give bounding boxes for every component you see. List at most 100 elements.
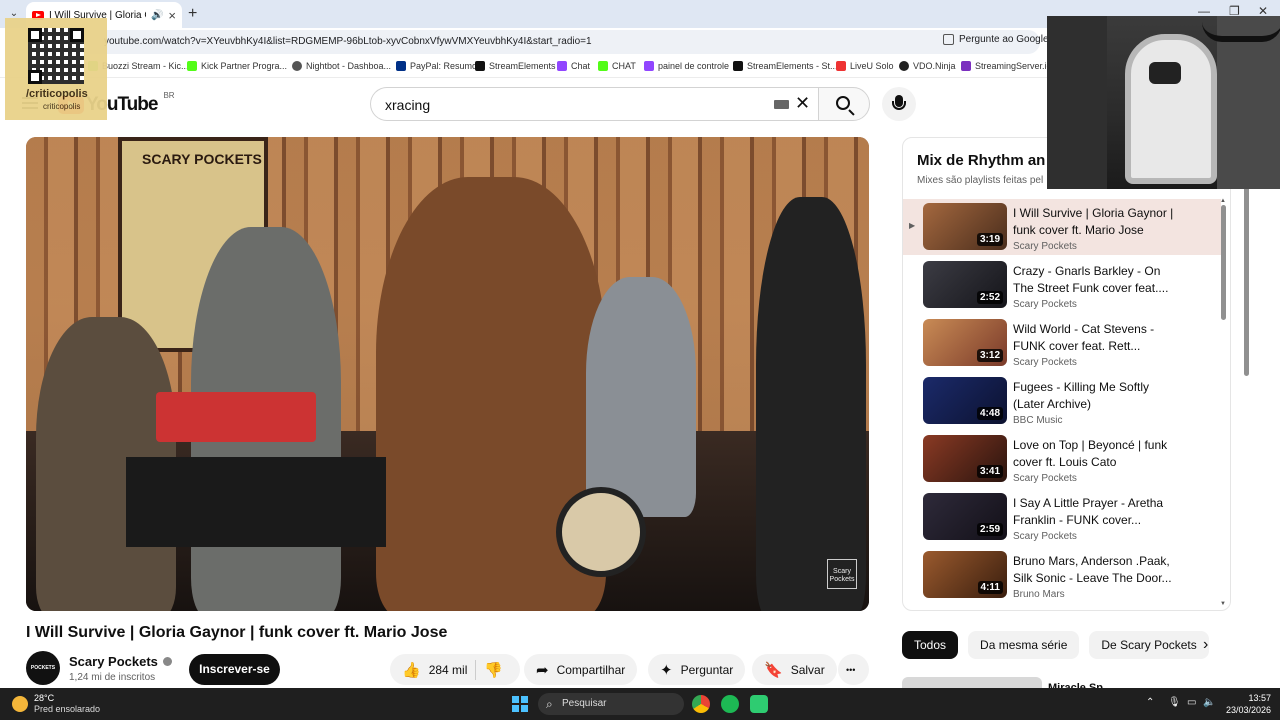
playlist-item[interactable]: 3:41 Love on Top | Beyoncé | funk cover … bbox=[903, 431, 1221, 487]
sun-icon bbox=[12, 696, 28, 712]
playlist-item[interactable]: 3:12 Wild World - Cat Stevens - FUNK cov… bbox=[903, 315, 1221, 371]
kick-icon bbox=[187, 61, 197, 71]
twitch-icon bbox=[557, 61, 567, 71]
more-actions-button[interactable]: ••• bbox=[838, 654, 869, 685]
bassist bbox=[756, 197, 866, 611]
playlist-item[interactable]: 4:11 Bruno Mars, Anderson .Paak, Silk So… bbox=[903, 547, 1221, 603]
like-count[interactable]: 284 mil bbox=[429, 663, 468, 677]
bookmark-item[interactable]: painel de controle bbox=[644, 61, 729, 71]
chip-from-channel[interactable]: De Scary Pockets bbox=[1089, 631, 1209, 659]
thumbs-down-icon[interactable]: 👎 bbox=[484, 661, 503, 679]
search-button[interactable] bbox=[818, 87, 870, 121]
playlist-item[interactable]: 4:48 Fugees - Killing Me Softly (Later A… bbox=[903, 373, 1221, 429]
video-thumbnail[interactable]: 4:11 bbox=[923, 551, 1007, 598]
twitch-icon bbox=[644, 61, 654, 71]
bookmark-item[interactable]: Chat bbox=[557, 61, 590, 71]
bookmark-item[interactable]: StreamingServer.io bbox=[961, 61, 1052, 71]
bookmark-item[interactable]: PayPal: Resumo bbox=[396, 61, 477, 71]
item-title[interactable]: Fugees - Killing Me Softly (Later Archiv… bbox=[1013, 379, 1175, 412]
spotify-icon[interactable] bbox=[721, 695, 739, 713]
bookmark-item[interactable]: StreamElements bbox=[475, 61, 556, 71]
duration-badge: 2:52 bbox=[976, 291, 1003, 304]
new-tab-icon[interactable]: + bbox=[188, 5, 197, 23]
chip-same-series[interactable]: Da mesma série bbox=[968, 631, 1080, 659]
subscribe-button[interactable]: Inscrever-se bbox=[189, 654, 280, 685]
playlist-scroll-up-icon[interactable]: ▲ bbox=[1220, 198, 1226, 204]
windows-start-icon[interactable] bbox=[512, 696, 528, 712]
ask-button[interactable]: ✦ Perguntar bbox=[648, 654, 746, 685]
keyboard-icon[interactable] bbox=[774, 100, 789, 109]
related-video-thumbnail[interactable] bbox=[902, 677, 1042, 688]
qr-code bbox=[28, 28, 84, 84]
playlist-item[interactable]: ▶ 3:19 I Will Survive | Gloria Gaynor | … bbox=[903, 199, 1221, 255]
weather-widget[interactable]: 28°C Pred ensolarado bbox=[12, 693, 100, 715]
channel-watermark[interactable]: Scary Pockets bbox=[827, 559, 857, 589]
bookmark-item[interactable]: StreamElements - St... bbox=[733, 61, 838, 71]
item-title[interactable]: I Say A Little Prayer - Aretha Franklin … bbox=[1013, 495, 1175, 528]
playlist-scrollbar[interactable] bbox=[1221, 205, 1226, 320]
video-player[interactable]: SCARY POCKETS Scary Pockets bbox=[26, 137, 869, 611]
playlist-scroll-down-icon[interactable]: ▼ bbox=[1220, 601, 1226, 607]
item-channel: Scary Pockets bbox=[1013, 473, 1077, 484]
item-title[interactable]: Crazy - Gnarls Barkley - On The Street F… bbox=[1013, 263, 1175, 296]
clear-search-icon[interactable]: ✕ bbox=[795, 93, 810, 114]
app-icon[interactable] bbox=[750, 695, 768, 713]
network-icon[interactable]: ▭ bbox=[1187, 697, 1196, 708]
audio-playing-icon[interactable]: 🔊 bbox=[151, 10, 163, 21]
tray-chevron-icon[interactable]: ⌃ bbox=[1146, 697, 1154, 708]
video-thumbnail[interactable]: 3:12 bbox=[923, 319, 1007, 366]
video-thumbnail[interactable]: 2:59 bbox=[923, 493, 1007, 540]
address-bar[interactable]: youtube.com/watch?v=XYeuvbhKy4I&list=RDG… bbox=[40, 30, 1040, 54]
share-icon: ➦ bbox=[536, 661, 549, 679]
playlist-title[interactable]: Mix de Rhythm an bbox=[917, 152, 1045, 169]
video-thumbnail[interactable]: 2:52 bbox=[923, 261, 1007, 308]
ask-google-button[interactable]: Pergunte ao Google bbox=[943, 34, 1049, 45]
weather-condition: Pred ensolarado bbox=[34, 704, 101, 714]
share-button[interactable]: ➦ Compartilhar bbox=[524, 654, 638, 685]
channel-name[interactable]: Scary Pockets bbox=[69, 654, 172, 669]
chevron-right-icon[interactable]: › bbox=[1203, 636, 1208, 654]
bookmark-item[interactable]: Kick Partner Progra... bbox=[187, 61, 287, 71]
close-tab-icon[interactable]: × bbox=[168, 8, 176, 23]
channel-avatar[interactable]: POCKETS bbox=[26, 651, 60, 685]
item-channel: Scary Pockets bbox=[1013, 357, 1077, 368]
search-box[interactable]: xracing ✕ bbox=[370, 87, 818, 121]
item-channel: Bruno Mars bbox=[1013, 589, 1065, 600]
search-input[interactable]: xracing bbox=[385, 97, 430, 113]
search-icon bbox=[836, 96, 850, 110]
video-thumbnail[interactable]: 3:41 bbox=[923, 435, 1007, 482]
system-clock[interactable]: 13:57 23/03/2026 bbox=[1226, 692, 1271, 716]
video-thumbnail[interactable]: 3:19 bbox=[923, 203, 1007, 250]
voice-search-button[interactable] bbox=[882, 87, 916, 121]
item-title[interactable]: Wild World - Cat Stevens - FUNK cover fe… bbox=[1013, 321, 1175, 354]
volume-icon[interactable]: 🔈 bbox=[1203, 697, 1215, 708]
related-filter-chips: Todos Da mesma série De Scary Pockets bbox=[902, 631, 1209, 659]
more-icon: ••• bbox=[846, 664, 856, 675]
chrome-icon[interactable] bbox=[692, 695, 710, 713]
playlist-item[interactable]: 2:52 Crazy - Gnarls Barkley - On The Str… bbox=[903, 257, 1221, 313]
item-title[interactable]: Love on Top | Beyoncé | funk cover ft. L… bbox=[1013, 437, 1175, 470]
google-lens-icon bbox=[943, 34, 954, 45]
duration-badge: 3:19 bbox=[976, 233, 1003, 246]
streamelements-icon bbox=[475, 61, 485, 71]
duration-badge: 2:59 bbox=[976, 523, 1003, 536]
bookmark-item[interactable]: Nightbot - Dashboa... bbox=[292, 61, 391, 71]
duration-badge: 4:11 bbox=[977, 581, 1003, 594]
taskbar-search[interactable]: Pesquisar bbox=[538, 693, 684, 715]
mix-playlist-panel: Mix de Rhythm an Mixes são playlists fei… bbox=[902, 137, 1231, 611]
bookmark-item[interactable]: LiveU Solo bbox=[836, 61, 894, 71]
chip-all[interactable]: Todos bbox=[902, 631, 959, 659]
item-title[interactable]: Bruno Mars, Anderson .Paak, Silk Sonic -… bbox=[1013, 553, 1175, 586]
save-button[interactable]: 🔖 Salvar bbox=[752, 654, 837, 685]
mic-tray-icon[interactable]: 🎙 bbox=[1168, 697, 1181, 708]
bookmark-item[interactable]: CHAT bbox=[598, 61, 636, 71]
paypal-icon bbox=[396, 61, 406, 71]
bookmark-item[interactable]: VDO.Ninja bbox=[899, 61, 956, 71]
now-playing-icon: ▶ bbox=[909, 221, 916, 230]
item-title[interactable]: I Will Survive | Gloria Gaynor | funk co… bbox=[1013, 205, 1175, 238]
qr-label: /criticopolis bbox=[26, 88, 88, 100]
country-code: BR bbox=[163, 90, 175, 100]
playlist-item[interactable]: 2:59 I Say A Little Prayer - Aretha Fran… bbox=[903, 489, 1221, 545]
video-thumbnail[interactable]: 4:48 bbox=[923, 377, 1007, 424]
thumbs-up-icon[interactable]: 👍 bbox=[402, 661, 421, 679]
